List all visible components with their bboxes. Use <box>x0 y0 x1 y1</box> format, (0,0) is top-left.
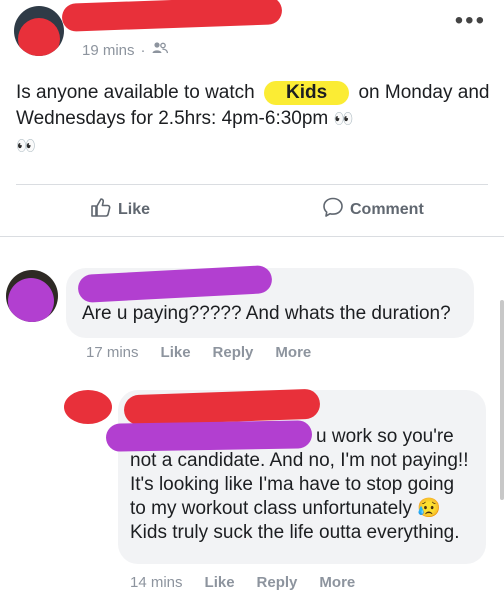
avatar-redaction <box>18 18 60 56</box>
reply-reply-link[interactable]: Reply <box>257 574 298 591</box>
post-text-before: Is anyone available to watch <box>16 82 255 103</box>
reply-more-link[interactable]: More <box>319 574 355 591</box>
highlighted-word: Kids <box>264 81 350 105</box>
comment-reply-link[interactable]: Reply <box>213 344 254 361</box>
like-label: Like <box>118 200 151 218</box>
meta-separator: · <box>140 41 146 59</box>
more-options-icon[interactable]: ••• <box>455 9 486 33</box>
reply-actions: 14 mins Like Reply More <box>130 574 355 591</box>
comment-actions: 17 mins Like Reply More <box>86 344 311 361</box>
commenter-avatar[interactable] <box>6 270 58 322</box>
post-author-avatar[interactable] <box>14 6 64 56</box>
post-body: Is anyone available to watch Kids on Mon… <box>16 80 496 160</box>
thumbs-up-icon <box>90 196 112 223</box>
crying-face-emoji: 😥 <box>417 498 441 519</box>
comment-more-link[interactable]: More <box>275 344 311 361</box>
like-button[interactable]: Like <box>90 196 150 223</box>
reply-timestamp[interactable]: 14 mins <box>130 574 183 591</box>
comment-button[interactable]: Comment <box>322 196 424 223</box>
post-timestamp[interactable]: 19 mins <box>82 42 135 59</box>
reply-like-link[interactable]: Like <box>205 574 235 591</box>
comment-like-link[interactable]: Like <box>161 344 191 361</box>
reply-text-end: Kids truly suck the life outta everythin… <box>130 522 460 543</box>
mention-redaction <box>105 420 313 452</box>
post-meta: 19 mins · <box>82 41 168 59</box>
author-name-redaction <box>61 0 283 32</box>
avatar-redaction <box>8 278 54 322</box>
friends-icon <box>152 41 168 59</box>
eyes-emoji: 👀 <box>333 111 354 128</box>
divider <box>16 184 488 185</box>
speech-bubble-icon <box>322 196 344 223</box>
comment-timestamp[interactable]: 17 mins <box>86 344 139 361</box>
eyes-emoji: 👀 <box>16 138 36 155</box>
scrollbar[interactable] <box>500 300 504 500</box>
reply-text-first: u work so you're <box>316 426 454 447</box>
reply-avatar-redaction[interactable] <box>64 390 112 424</box>
divider <box>0 236 504 237</box>
comment-label: Comment <box>350 200 424 218</box>
comment-text: Are u paying????? And whats the duration… <box>82 303 451 324</box>
